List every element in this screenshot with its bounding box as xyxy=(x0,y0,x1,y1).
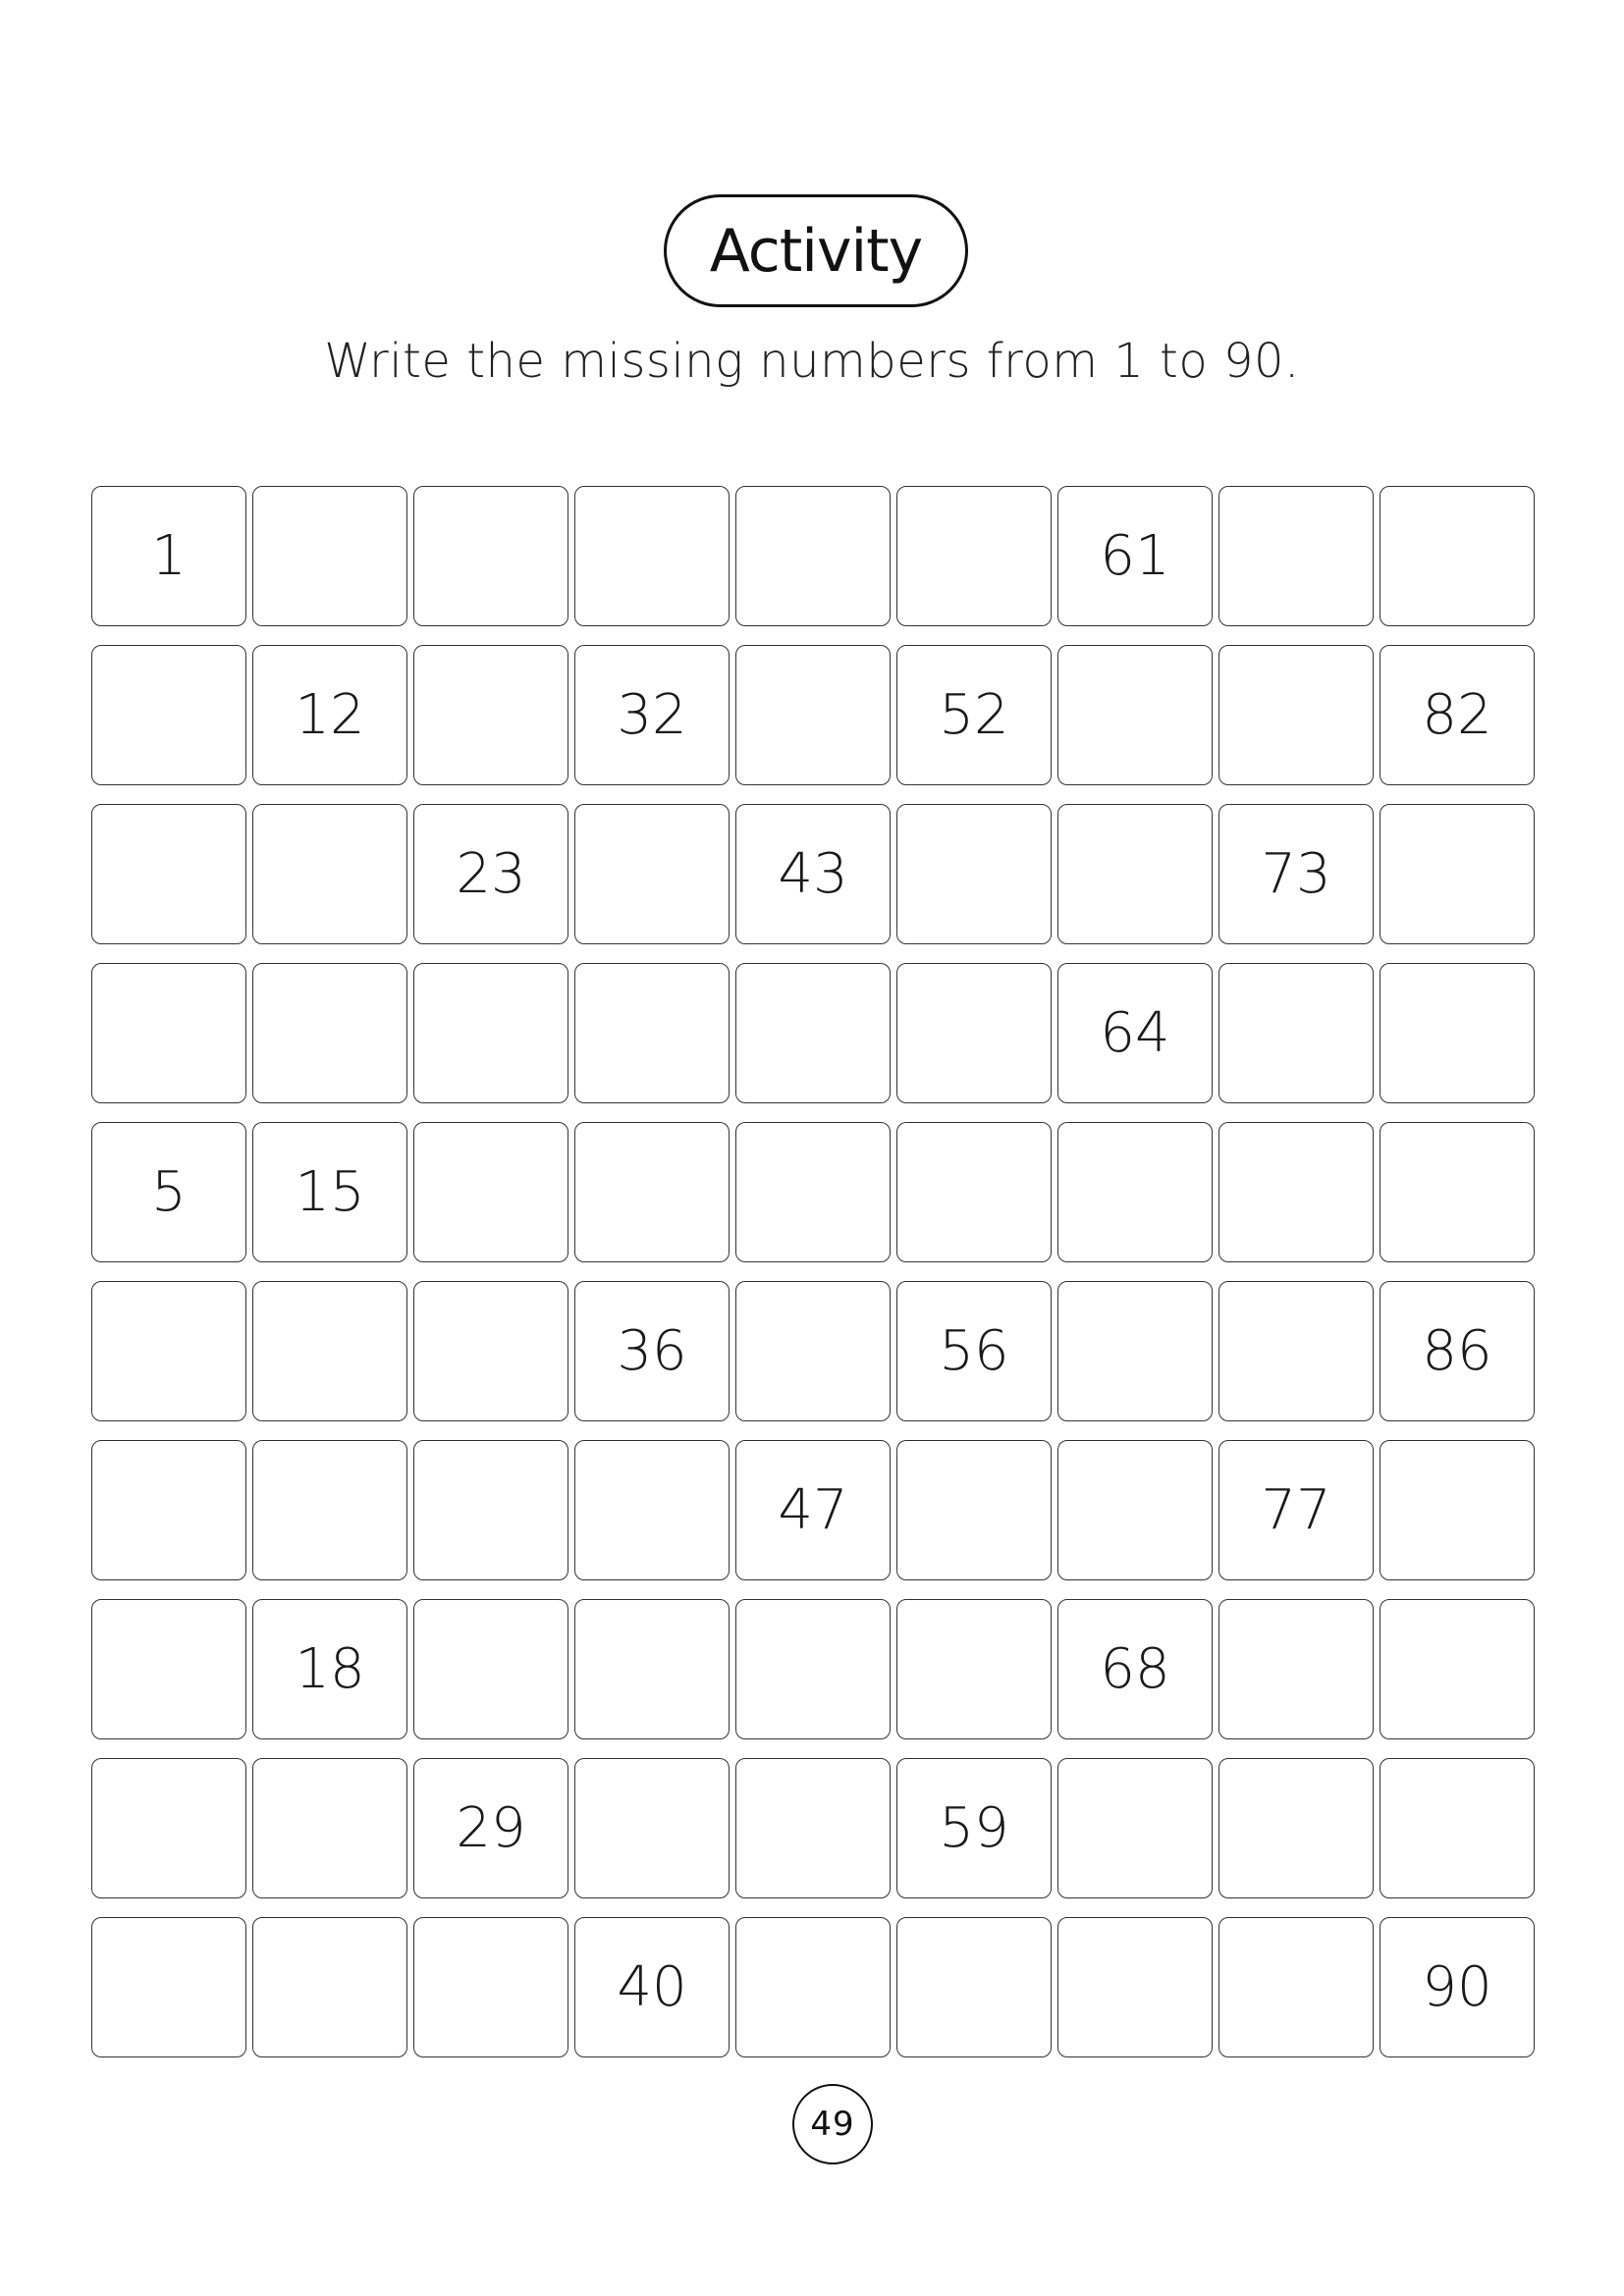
grid-cell-filled: 36 xyxy=(574,1281,730,1421)
number-grid: 1 61 12 32 52 82 23 43 73 64 5 15 36 56 86 47 77 18 68 29 59… xyxy=(91,486,1539,2057)
grid-cell-blank[interactable] xyxy=(252,804,407,944)
grid-cell-blank[interactable] xyxy=(1057,1440,1213,1580)
grid-cell-filled: 47 xyxy=(735,1440,891,1580)
grid-cell-blank[interactable] xyxy=(252,1440,407,1580)
grid-cell-filled: 82 xyxy=(1380,645,1535,785)
grid-cell-blank[interactable] xyxy=(896,1917,1052,2057)
grid-cell-blank[interactable] xyxy=(413,963,568,1103)
grid-cell-filled: 86 xyxy=(1380,1281,1535,1421)
grid-cell-blank[interactable] xyxy=(896,804,1052,944)
instruction-text: Write the missing numbers from 1 to 90. xyxy=(324,334,1300,389)
grid-cell-blank[interactable] xyxy=(91,645,246,785)
grid-cell-blank[interactable] xyxy=(1380,1122,1535,1262)
grid-cell-filled: 32 xyxy=(574,645,730,785)
grid-cell-blank[interactable] xyxy=(413,1440,568,1580)
grid-cell-blank[interactable] xyxy=(896,1599,1052,1739)
grid-cell-blank[interactable] xyxy=(252,1281,407,1421)
grid-cell-blank[interactable] xyxy=(413,1599,568,1739)
grid-cell-filled: 12 xyxy=(252,645,407,785)
grid-cell-filled: 5 xyxy=(91,1122,246,1262)
grid-cell-blank[interactable] xyxy=(1218,1917,1374,2057)
grid-cell-blank[interactable] xyxy=(1218,1281,1374,1421)
grid-cell-blank[interactable] xyxy=(1057,1758,1213,1898)
grid-cell-blank[interactable] xyxy=(1057,645,1213,785)
grid-cell-blank[interactable] xyxy=(735,1599,891,1739)
grid-cell-blank[interactable] xyxy=(896,963,1052,1103)
grid-cell-blank[interactable] xyxy=(735,1917,891,2057)
grid-cell-blank[interactable] xyxy=(91,1599,246,1739)
grid-cell-blank[interactable] xyxy=(91,1917,246,2057)
grid-cell-blank[interactable] xyxy=(1057,1917,1213,2057)
grid-cell-blank[interactable] xyxy=(1380,804,1535,944)
grid-cell-blank[interactable] xyxy=(91,1440,246,1580)
grid-cell-blank[interactable] xyxy=(252,1758,407,1898)
grid-cell-filled: 1 xyxy=(91,486,246,626)
grid-cell-blank[interactable] xyxy=(1218,1599,1374,1739)
grid-cell-blank[interactable] xyxy=(1380,963,1535,1103)
grid-cell-blank[interactable] xyxy=(252,486,407,626)
grid-cell-filled: 77 xyxy=(1218,1440,1374,1580)
activity-title: Activity xyxy=(664,194,968,307)
grid-cell-blank[interactable] xyxy=(574,804,730,944)
grid-cell-filled: 56 xyxy=(896,1281,1052,1421)
grid-cell-blank[interactable] xyxy=(735,486,891,626)
grid-cell-blank[interactable] xyxy=(413,1122,568,1262)
grid-cell-blank[interactable] xyxy=(574,1122,730,1262)
grid-cell-blank[interactable] xyxy=(896,1122,1052,1262)
grid-cell-filled: 52 xyxy=(896,645,1052,785)
grid-cell-blank[interactable] xyxy=(574,963,730,1103)
grid-cell-blank[interactable] xyxy=(1218,486,1374,626)
grid-cell-filled: 29 xyxy=(413,1758,568,1898)
grid-cell-blank[interactable] xyxy=(1218,1122,1374,1262)
grid-cell-blank[interactable] xyxy=(896,1440,1052,1580)
grid-cell-filled: 23 xyxy=(413,804,568,944)
grid-cell-blank[interactable] xyxy=(1380,1599,1535,1739)
grid-cell-filled: 61 xyxy=(1057,486,1213,626)
grid-cell-filled: 18 xyxy=(252,1599,407,1739)
grid-cell-filled: 68 xyxy=(1057,1599,1213,1739)
grid-cell-filled: 40 xyxy=(574,1917,730,2057)
grid-cell-blank[interactable] xyxy=(1218,645,1374,785)
grid-cell-blank[interactable] xyxy=(1380,1758,1535,1898)
grid-cell-blank[interactable] xyxy=(574,1758,730,1898)
grid-cell-blank[interactable] xyxy=(1057,1281,1213,1421)
grid-cell-blank[interactable] xyxy=(1057,804,1213,944)
grid-cell-blank[interactable] xyxy=(91,804,246,944)
grid-cell-blank[interactable] xyxy=(574,486,730,626)
grid-cell-blank[interactable] xyxy=(1380,1440,1535,1580)
grid-cell-filled: 15 xyxy=(252,1122,407,1262)
grid-cell-blank[interactable] xyxy=(413,645,568,785)
grid-cell-filled: 64 xyxy=(1057,963,1213,1103)
grid-cell-blank[interactable] xyxy=(896,486,1052,626)
grid-cell-blank[interactable] xyxy=(413,486,568,626)
grid-cell-blank[interactable] xyxy=(252,963,407,1103)
grid-cell-filled: 59 xyxy=(896,1758,1052,1898)
grid-cell-blank[interactable] xyxy=(574,1440,730,1580)
grid-cell-blank[interactable] xyxy=(91,963,246,1103)
grid-cell-blank[interactable] xyxy=(413,1917,568,2057)
grid-cell-blank[interactable] xyxy=(91,1758,246,1898)
page-number: 49 xyxy=(792,2084,873,2164)
grid-cell-blank[interactable] xyxy=(1380,486,1535,626)
grid-cell-blank[interactable] xyxy=(252,1917,407,2057)
grid-cell-blank[interactable] xyxy=(413,1281,568,1421)
grid-cell-blank[interactable] xyxy=(735,1281,891,1421)
grid-cell-blank[interactable] xyxy=(1218,1758,1374,1898)
grid-cell-blank[interactable] xyxy=(574,1599,730,1739)
grid-cell-blank[interactable] xyxy=(1057,1122,1213,1262)
grid-cell-blank[interactable] xyxy=(735,963,891,1103)
grid-cell-blank[interactable] xyxy=(91,1281,246,1421)
grid-cell-blank[interactable] xyxy=(1218,963,1374,1103)
grid-cell-filled: 90 xyxy=(1380,1917,1535,2057)
grid-cell-blank[interactable] xyxy=(735,645,891,785)
grid-cell-blank[interactable] xyxy=(735,1758,891,1898)
grid-cell-filled: 73 xyxy=(1218,804,1374,944)
grid-cell-filled: 43 xyxy=(735,804,891,944)
grid-cell-blank[interactable] xyxy=(735,1122,891,1262)
